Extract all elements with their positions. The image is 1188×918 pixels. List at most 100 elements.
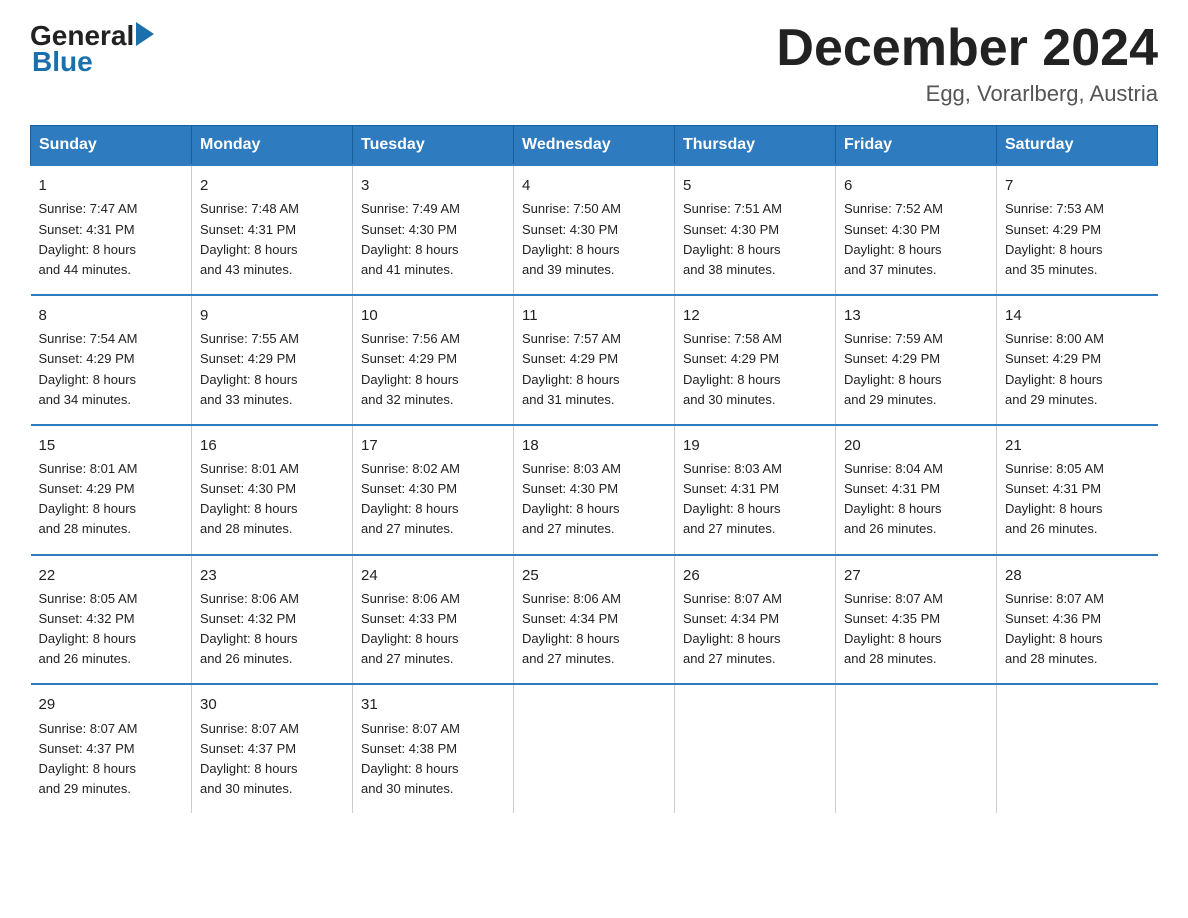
- week-row-3: 15Sunrise: 8:01 AMSunset: 4:29 PMDayligh…: [31, 425, 1158, 555]
- calendar-cell: 9Sunrise: 7:55 AMSunset: 4:29 PMDaylight…: [192, 295, 353, 425]
- day-info-line: Sunrise: 8:07 AM: [39, 719, 184, 739]
- calendar-cell: 16Sunrise: 8:01 AMSunset: 4:30 PMDayligh…: [192, 425, 353, 555]
- day-number: 14: [1005, 304, 1150, 327]
- day-number: 16: [200, 434, 344, 457]
- day-number: 13: [844, 304, 988, 327]
- day-info-line: Sunrise: 7:52 AM: [844, 199, 988, 219]
- day-info-line: Daylight: 8 hours: [39, 499, 184, 519]
- calendar-cell: [514, 684, 675, 813]
- calendar-header: SundayMondayTuesdayWednesdayThursdayFrid…: [31, 126, 1158, 166]
- day-info-line: and 43 minutes.: [200, 260, 344, 280]
- day-number: 11: [522, 304, 666, 327]
- header: General Blue December 2024 Egg, Vorarlbe…: [30, 20, 1158, 107]
- day-info-line: Sunset: 4:31 PM: [844, 479, 988, 499]
- day-info-line: Sunset: 4:32 PM: [39, 609, 184, 629]
- day-info-line: Daylight: 8 hours: [522, 240, 666, 260]
- calendar-cell: 10Sunrise: 7:56 AMSunset: 4:29 PMDayligh…: [353, 295, 514, 425]
- calendar-cell: 19Sunrise: 8:03 AMSunset: 4:31 PMDayligh…: [675, 425, 836, 555]
- day-info-line: Daylight: 8 hours: [361, 759, 505, 779]
- day-info-line: Sunset: 4:36 PM: [1005, 609, 1150, 629]
- day-number: 21: [1005, 434, 1150, 457]
- day-info-line: Daylight: 8 hours: [200, 759, 344, 779]
- day-info-line: and 35 minutes.: [1005, 260, 1150, 280]
- day-info-line: Sunrise: 8:06 AM: [361, 589, 505, 609]
- calendar-cell: 7Sunrise: 7:53 AMSunset: 4:29 PMDaylight…: [997, 165, 1158, 295]
- day-number: 7: [1005, 174, 1150, 197]
- day-info-line: Daylight: 8 hours: [39, 240, 184, 260]
- day-info-line: and 30 minutes.: [200, 779, 344, 799]
- day-info-line: Sunrise: 8:07 AM: [844, 589, 988, 609]
- day-info-line: Daylight: 8 hours: [683, 499, 827, 519]
- day-number: 6: [844, 174, 988, 197]
- logo: General Blue: [30, 20, 154, 78]
- week-row-1: 1Sunrise: 7:47 AMSunset: 4:31 PMDaylight…: [31, 165, 1158, 295]
- calendar-cell: 17Sunrise: 8:02 AMSunset: 4:30 PMDayligh…: [353, 425, 514, 555]
- day-info-line: and 37 minutes.: [844, 260, 988, 280]
- day-info-line: Sunset: 4:30 PM: [522, 220, 666, 240]
- day-info-line: and 30 minutes.: [683, 390, 827, 410]
- day-info-line: Sunset: 4:30 PM: [683, 220, 827, 240]
- day-info-line: and 28 minutes.: [39, 519, 184, 539]
- day-info-line: Sunrise: 8:02 AM: [361, 459, 505, 479]
- day-info-line: Sunrise: 7:53 AM: [1005, 199, 1150, 219]
- day-info-line: Sunrise: 7:54 AM: [39, 329, 184, 349]
- day-info-line: Sunrise: 8:05 AM: [39, 589, 184, 609]
- day-number: 31: [361, 693, 505, 716]
- day-info-line: and 27 minutes.: [683, 519, 827, 539]
- day-info-line: Sunset: 4:29 PM: [200, 349, 344, 369]
- day-info-line: Sunrise: 7:48 AM: [200, 199, 344, 219]
- day-info-line: Daylight: 8 hours: [844, 240, 988, 260]
- day-info-line: Daylight: 8 hours: [683, 240, 827, 260]
- calendar-cell: 15Sunrise: 8:01 AMSunset: 4:29 PMDayligh…: [31, 425, 192, 555]
- day-info-line: Sunset: 4:37 PM: [39, 739, 184, 759]
- day-info-line: Sunset: 4:31 PM: [39, 220, 184, 240]
- day-info-line: Sunrise: 8:04 AM: [844, 459, 988, 479]
- day-info-line: Sunset: 4:37 PM: [200, 739, 344, 759]
- title-area: December 2024 Egg, Vorarlberg, Austria: [776, 20, 1158, 107]
- day-info-line: Sunrise: 8:07 AM: [200, 719, 344, 739]
- day-info-line: Sunset: 4:31 PM: [1005, 479, 1150, 499]
- logo-arrow-icon: [136, 22, 154, 46]
- day-info-line: Sunrise: 8:06 AM: [522, 589, 666, 609]
- day-info-line: Sunset: 4:29 PM: [1005, 220, 1150, 240]
- calendar-cell: 4Sunrise: 7:50 AMSunset: 4:30 PMDaylight…: [514, 165, 675, 295]
- day-info-line: and 44 minutes.: [39, 260, 184, 280]
- day-number: 1: [39, 174, 184, 197]
- day-info-line: Sunset: 4:33 PM: [361, 609, 505, 629]
- week-row-4: 22Sunrise: 8:05 AMSunset: 4:32 PMDayligh…: [31, 555, 1158, 685]
- day-info-line: Daylight: 8 hours: [1005, 629, 1150, 649]
- day-info-line: Sunrise: 7:51 AM: [683, 199, 827, 219]
- calendar-cell: [675, 684, 836, 813]
- calendar-table: SundayMondayTuesdayWednesdayThursdayFrid…: [30, 125, 1158, 813]
- day-info-line: Sunrise: 7:49 AM: [361, 199, 505, 219]
- day-info-line: Sunrise: 8:06 AM: [200, 589, 344, 609]
- calendar-cell: 12Sunrise: 7:58 AMSunset: 4:29 PMDayligh…: [675, 295, 836, 425]
- calendar-cell: 13Sunrise: 7:59 AMSunset: 4:29 PMDayligh…: [836, 295, 997, 425]
- day-number: 3: [361, 174, 505, 197]
- day-number: 29: [39, 693, 184, 716]
- day-number: 19: [683, 434, 827, 457]
- day-number: 4: [522, 174, 666, 197]
- day-info-line: Sunrise: 8:05 AM: [1005, 459, 1150, 479]
- day-number: 5: [683, 174, 827, 197]
- day-info-line: Sunrise: 8:07 AM: [683, 589, 827, 609]
- day-info-line: Sunrise: 8:03 AM: [683, 459, 827, 479]
- calendar-cell: 26Sunrise: 8:07 AMSunset: 4:34 PMDayligh…: [675, 555, 836, 685]
- day-number: 15: [39, 434, 184, 457]
- day-info-line: and 29 minutes.: [844, 390, 988, 410]
- day-info-line: Daylight: 8 hours: [200, 499, 344, 519]
- day-info-line: Daylight: 8 hours: [200, 240, 344, 260]
- day-info-line: Daylight: 8 hours: [361, 499, 505, 519]
- day-number: 24: [361, 564, 505, 587]
- calendar-cell: 5Sunrise: 7:51 AMSunset: 4:30 PMDaylight…: [675, 165, 836, 295]
- calendar-cell: 25Sunrise: 8:06 AMSunset: 4:34 PMDayligh…: [514, 555, 675, 685]
- day-info-line: and 32 minutes.: [361, 390, 505, 410]
- day-info-line: Sunset: 4:29 PM: [1005, 349, 1150, 369]
- day-info-line: Sunset: 4:38 PM: [361, 739, 505, 759]
- day-info-line: Sunrise: 7:55 AM: [200, 329, 344, 349]
- day-number: 27: [844, 564, 988, 587]
- day-number: 26: [683, 564, 827, 587]
- day-info-line: Sunset: 4:35 PM: [844, 609, 988, 629]
- day-info-line: Daylight: 8 hours: [683, 629, 827, 649]
- header-day-monday: Monday: [192, 126, 353, 166]
